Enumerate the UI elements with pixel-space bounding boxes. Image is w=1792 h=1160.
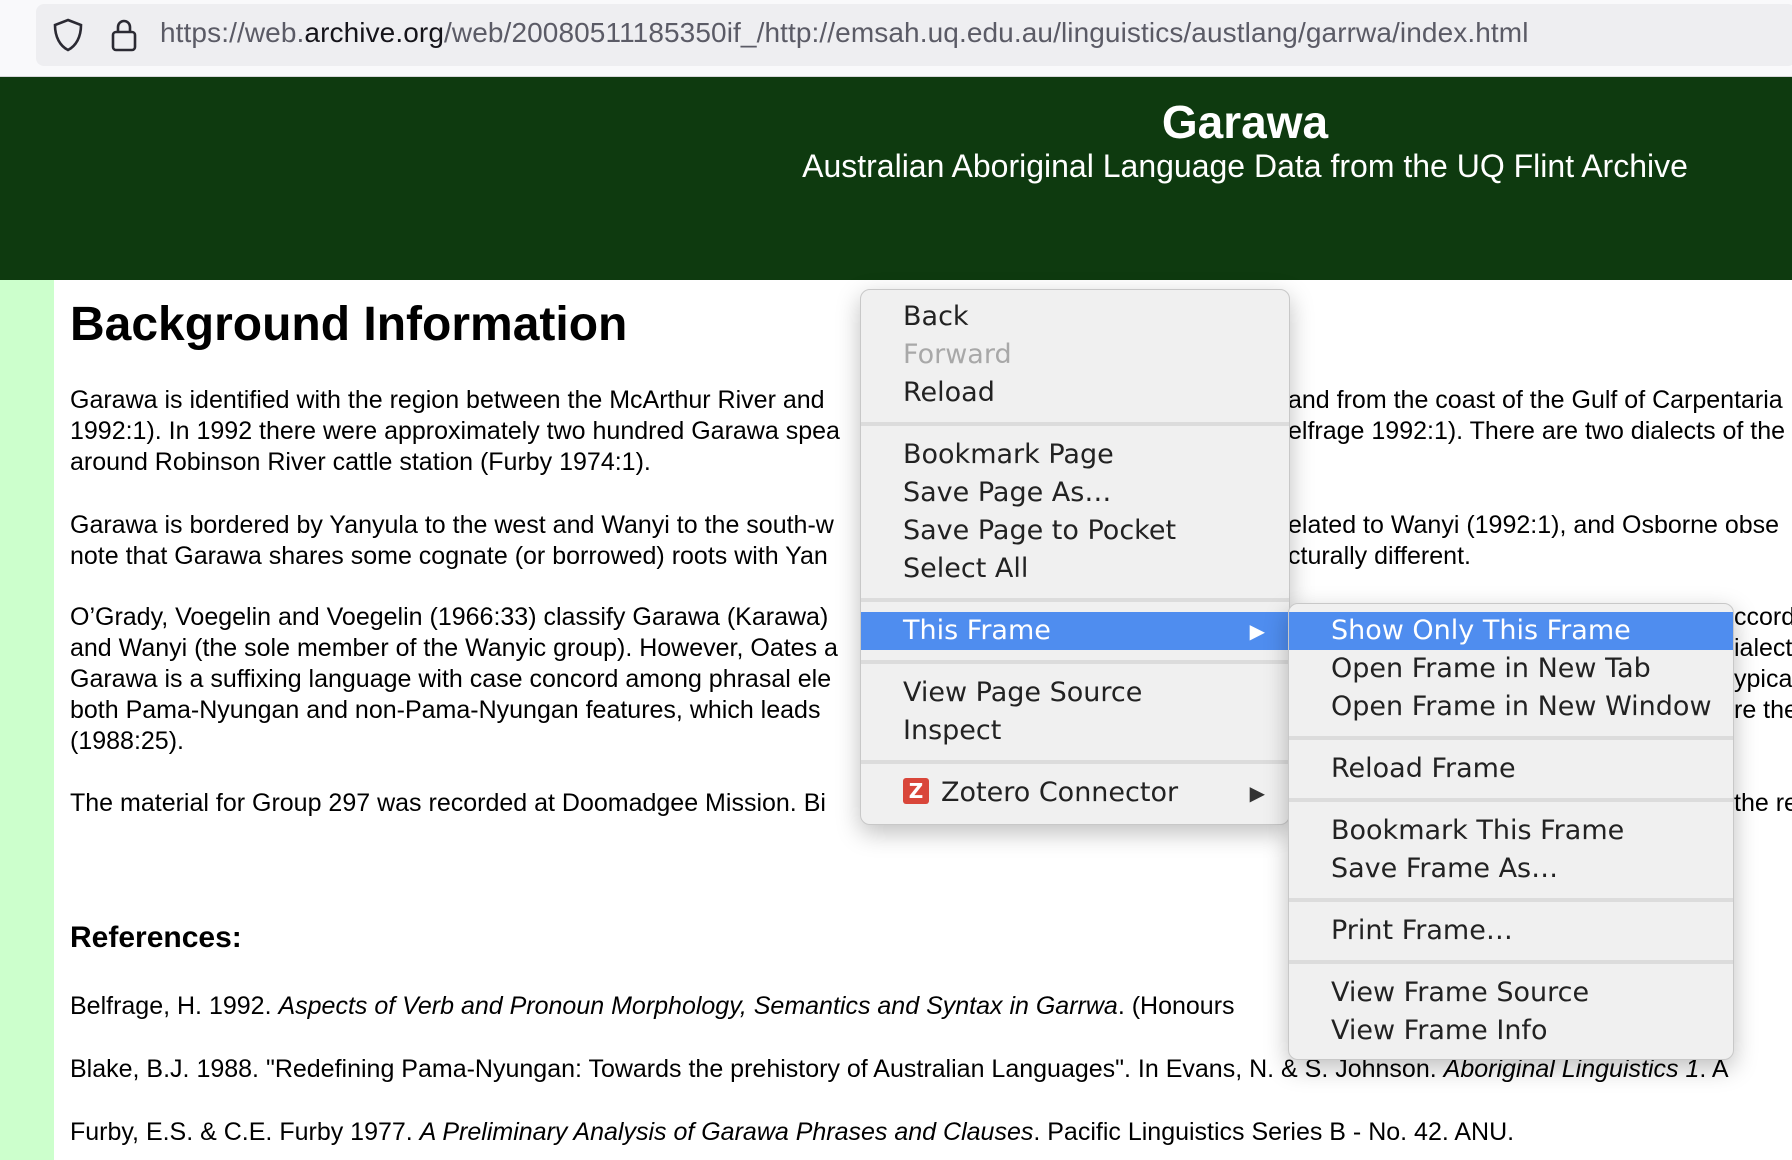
zotero-icon: Z [903,777,929,804]
menu-separator [1289,736,1733,740]
menu-item-save-to-pocket[interactable]: Save Page to Pocket [861,512,1289,550]
text-line: ialect c [1734,634,1792,662]
menu-item-label: This Frame [903,615,1051,646]
text-line: elated to Wanyi (1992:1), and Osborne ob… [1288,511,1780,539]
text-line: (1988:25). [70,727,184,755]
paragraph-3: O’Grady, Voegelin and Voegelin (1966:33)… [70,602,838,757]
text-line: Garawa is bordered by Yanyula to the wes… [70,511,834,539]
menu-separator [861,422,1289,426]
text-line: re the [1734,696,1792,724]
text-line: The material for Group 297 was recorded … [70,789,826,817]
menu-item-label: Zotero Connector [941,777,1179,808]
paragraph-3-right: ccordi ialect c ypical re the [1734,602,1792,726]
menu-item-inspect[interactable]: Inspect [861,712,1289,750]
lock-icon[interactable] [110,17,138,53]
menu-separator [861,660,1289,664]
menu-item-select-all[interactable]: Select All [861,550,1289,588]
menu-item-forward[interactable]: Forward [861,336,1289,374]
submenu-item-open-frame-new-tab[interactable]: Open Frame in New Tab [1289,650,1733,688]
paragraph-2: Garawa is bordered by Yanyula to the wes… [70,510,834,572]
shield-icon[interactable] [52,18,84,52]
site-title: Garawa [1161,96,1329,148]
site-banner: Garawa Australian Aboriginal Language Da… [0,77,1792,280]
text-line: note that Garawa shares some cognate (or… [70,542,828,570]
menu-separator [861,598,1289,602]
submenu-arrow-icon: ▶ [1249,781,1265,805]
menu-item-reload[interactable]: Reload [861,374,1289,412]
reference-item: Belfrage, H. 1992. Aspects of Verb and P… [70,992,1235,1020]
submenu-item-view-frame-info[interactable]: View Frame Info [1289,1012,1733,1050]
paragraph-4-right: the re [1734,788,1792,819]
submenu-arrow-icon: ▶ [1249,619,1265,643]
text-line: ccordi [1734,603,1792,631]
text-line: Garawa is identified with the region bet… [70,386,825,414]
text-line: elfrage 1992:1). There are two dialects … [1288,417,1786,445]
menu-separator [1289,960,1733,964]
text-line: around Robinson River cattle station (Fu… [70,448,651,476]
text-line: ypical [1734,665,1792,693]
text-line: and from the coast of the Gulf of Carpen… [1288,386,1783,414]
menu-item-this-frame[interactable]: This Frame ▶ [861,612,1289,650]
text-line: 1992:1). In 1992 there were approximatel… [70,417,840,445]
submenu-item-open-frame-new-window[interactable]: Open Frame in New Window [1289,688,1733,726]
reference-item: Furby, E.S. & C.E. Furby 1977. A Prelimi… [70,1118,1515,1146]
text-line: both Pama-Nyungan and non-Pama-Nyungan f… [70,696,821,724]
frame-submenu: Show Only This Frame Open Frame in New T… [1288,603,1734,1060]
submenu-item-save-frame-as[interactable]: Save Frame As… [1289,850,1733,888]
context-menu: Back Forward Reload Bookmark Page Save P… [860,289,1290,825]
page-heading: Background Information [70,298,628,351]
submenu-item-show-only-this-frame[interactable]: Show Only This Frame [1289,612,1733,650]
submenu-item-print-frame[interactable]: Print Frame… [1289,912,1733,950]
menu-item-bookmark-page[interactable]: Bookmark Page [861,436,1289,474]
text-line: and Wanyi (the sole member of the Wanyic… [70,634,838,662]
text-line: O’Grady, Voegelin and Voegelin (1966:33)… [70,603,829,631]
menu-item-back[interactable]: Back [861,298,1289,336]
paragraph-2-right: elated to Wanyi (1992:1), and Osborne ob… [1288,510,1779,572]
paragraph-1: Garawa is identified with the region bet… [70,385,840,478]
browser-toolbar: https://web.archive.org/web/200805111853… [0,0,1792,77]
menu-item-zotero-connector[interactable]: Z Zotero Connector ▶ [861,774,1289,812]
text-line: cturally different. [1288,542,1471,570]
menu-item-save-page-as[interactable]: Save Page As… [861,474,1289,512]
text-line: the re [1734,789,1792,817]
submenu-item-view-frame-source[interactable]: View Frame Source [1289,974,1733,1012]
left-stripe [0,280,54,1160]
menu-item-view-page-source[interactable]: View Page Source [861,674,1289,712]
menu-separator [861,760,1289,764]
paragraph-4: The material for Group 297 was recorded … [70,788,826,819]
site-subtitle: Australian Aboriginal Language Data from… [802,148,1688,184]
submenu-item-reload-frame[interactable]: Reload Frame [1289,750,1733,788]
url-text[interactable]: https://web.archive.org/web/200805111853… [160,17,1529,49]
submenu-item-bookmark-this-frame[interactable]: Bookmark This Frame [1289,812,1733,850]
references-heading: References: [70,921,242,954]
paragraph-1-right: and from the coast of the Gulf of Carpen… [1288,385,1785,447]
menu-separator [1289,798,1733,802]
text-line: Garawa is a suffixing language with case… [70,665,832,693]
menu-separator [1289,898,1733,902]
